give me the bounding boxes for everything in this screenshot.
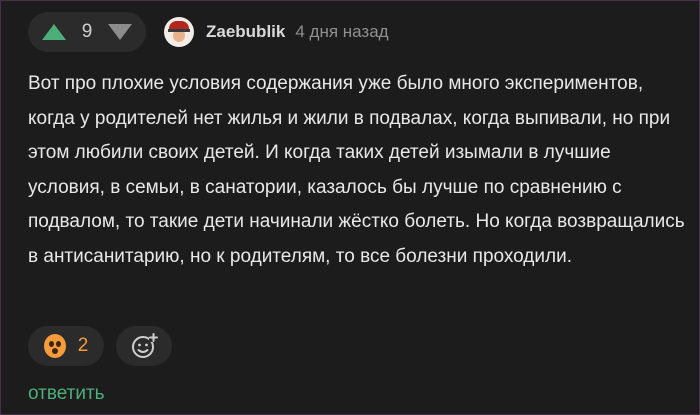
reactions-bar: 2 [28,326,172,366]
reply-link[interactable]: ответить [28,383,105,405]
reaction-button[interactable]: 2 [28,326,104,366]
vote-score: 9 [81,21,93,42]
scared-face-icon [43,334,66,358]
reaction-count: 2 [77,335,89,356]
post-time[interactable]: 4 дня назад [295,22,388,42]
upvote-arrow-icon[interactable] [42,24,66,40]
comment-body: Вот про плохие условия содержания уже бы… [28,73,685,267]
username-link[interactable]: Zaebublik [206,22,285,42]
downvote-arrow-icon[interactable] [107,24,132,40]
avatar-band [168,29,190,32]
add-emoji-icon [132,333,158,358]
comment-header: 9 Zaebublik 4 дня назад [28,12,389,52]
add-reaction-button[interactable] [116,326,172,366]
avatar[interactable] [164,17,194,47]
vote-widget: 9 [28,12,146,52]
